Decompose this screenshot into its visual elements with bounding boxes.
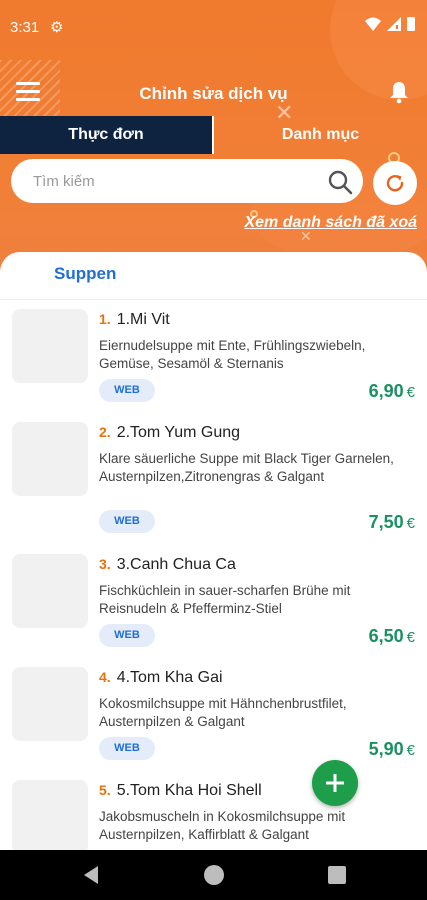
search-input[interactable] — [33, 159, 313, 203]
item-number: 5. — [99, 782, 111, 798]
item-price: 6,90 € — [369, 381, 415, 402]
item-number: 3. — [99, 556, 111, 572]
web-badge: WEB — [99, 737, 155, 760]
item-name: 1.Mi Vit — [116, 311, 170, 328]
app-bar: Chỉnh sửa dịch vụ — [0, 70, 427, 120]
category-title: Suppen — [54, 264, 117, 283]
item-thumbnail — [12, 309, 88, 383]
item-description: Eiernudelsuppe mit Ente, Frühlingszwiebe… — [99, 338, 366, 371]
item-name: 2.Tom Yum Gung — [116, 424, 241, 441]
status-icons — [365, 17, 415, 31]
currency-symbol: € — [406, 629, 415, 646]
item-name: 4.Tom Kha Gai — [116, 669, 223, 686]
item-number: 1. — [99, 311, 111, 327]
notification-bell-icon[interactable] — [387, 80, 411, 104]
currency-symbol: € — [406, 742, 415, 759]
currency-symbol: € — [406, 384, 415, 401]
item-thumbnail — [12, 667, 88, 741]
plus-icon — [326, 774, 344, 792]
item-title: 5. 5.Tom Kha Hoi Shell — [99, 782, 262, 800]
item-number: 4. — [99, 669, 111, 685]
view-deleted-link[interactable]: Xem danh sách đã xoá — [244, 214, 417, 232]
add-item-button[interactable] — [312, 760, 358, 806]
battery-icon — [407, 17, 415, 31]
item-title: 2. 2.Tom Yum Gung — [99, 424, 240, 442]
item-thumbnail — [12, 422, 88, 496]
item-description: Jakobsmuscheln in Kokosmilchsuppe mit Au… — [99, 809, 346, 842]
search-icon[interactable] — [327, 169, 353, 195]
signal-icon — [387, 17, 401, 31]
item-description: Klare säuerliche Suppe mit Black Tiger G… — [99, 451, 394, 484]
back-icon[interactable] — [82, 865, 100, 885]
refresh-icon — [386, 175, 404, 192]
web-badge: WEB — [99, 624, 155, 647]
currency-symbol: € — [406, 515, 415, 532]
menu-list-sheet: Suppen 1. 1.Mi Vit Eiernudelsuppe mit Ent… — [0, 252, 427, 850]
tab-menu[interactable]: Thực đơn — [0, 116, 214, 154]
price-value: 5,90 — [368, 739, 404, 759]
item-price: 6,50 € — [369, 626, 415, 647]
price-value: 7,50 — [368, 512, 404, 532]
status-time: 3:31 — [10, 19, 40, 36]
home-icon[interactable] — [204, 865, 224, 885]
item-title: 4. 4.Tom Kha Gai — [99, 669, 223, 687]
refresh-button[interactable] — [373, 161, 417, 205]
page-title: Chỉnh sửa dịch vụ — [139, 84, 288, 103]
settings-gear-icon: ⚙ — [50, 19, 64, 36]
tab-bar: Thực đơn Danh mục — [0, 116, 427, 154]
tab-categories[interactable]: Danh mục — [214, 116, 427, 154]
system-nav-bar — [0, 850, 427, 900]
item-description: Kokosmilchsuppe mit Hähnchenbrustfilet, … — [99, 696, 347, 729]
item-thumbnail — [12, 554, 88, 628]
item-price: 5,90 € — [369, 739, 415, 760]
item-title: 1. 1.Mi Vit — [99, 311, 170, 329]
status-bar: 3:31 ⚙ — [0, 0, 427, 52]
item-name: 5.Tom Kha Hoi Shell — [116, 782, 262, 799]
price-value: 6,90 — [368, 381, 404, 401]
wifi-icon — [365, 17, 381, 31]
item-number: 2. — [99, 424, 111, 440]
item-price: 7,50 € — [369, 512, 415, 533]
web-badge: WEB — [99, 510, 155, 533]
web-badge: WEB — [99, 379, 155, 402]
price-value: 6,50 — [368, 626, 404, 646]
recent-apps-icon[interactable] — [328, 866, 346, 884]
search-box[interactable] — [11, 159, 363, 203]
item-title: 3. 3.Canh Chua Ca — [99, 556, 236, 574]
item-description: Fischküchlein in sauer-scharfen Brühe mi… — [99, 583, 351, 616]
item-name: 3.Canh Chua Ca — [116, 556, 236, 573]
divider — [0, 299, 427, 300]
item-thumbnail — [12, 780, 88, 850]
